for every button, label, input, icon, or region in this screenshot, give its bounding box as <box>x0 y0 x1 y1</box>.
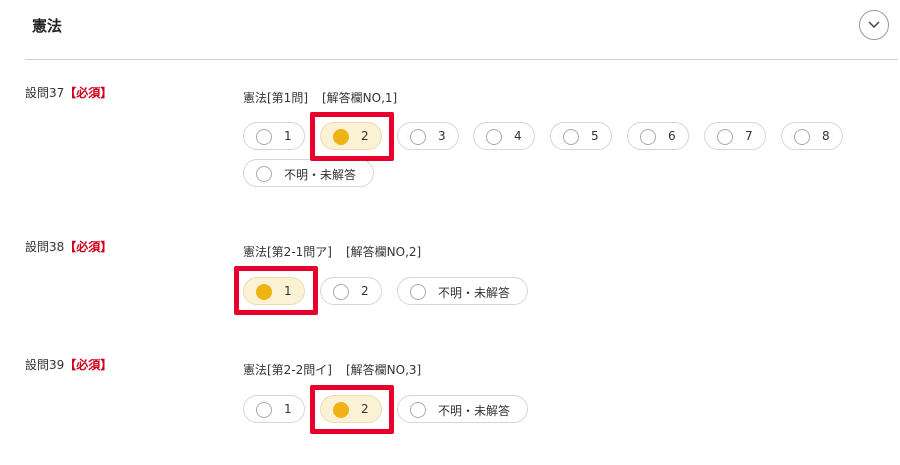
answer-ref: [解答欄NO,3] <box>345 363 422 377</box>
radio-circle <box>640 129 656 145</box>
radio-dot <box>333 402 349 418</box>
option-radio[interactable]: 8 <box>781 122 843 150</box>
option-radio-selected[interactable]: 2 <box>320 122 382 150</box>
option-radio[interactable]: 7 <box>704 122 766 150</box>
radio-circle <box>410 284 426 300</box>
radio-circle <box>256 129 272 145</box>
radio-circle <box>410 402 426 418</box>
radio-circle <box>410 129 426 145</box>
option-radio[interactable]: 1 <box>243 122 305 150</box>
radio-circle <box>256 402 272 418</box>
answer-ref: [解答欄NO,1] <box>322 91 398 105</box>
question-label: 設問37【必須】 <box>25 86 113 100</box>
question-title: 憲法[第1問] [解答欄NO,1] <box>243 91 398 105</box>
radio-dot <box>256 284 272 300</box>
required-badge: 【必須】 <box>64 86 113 100</box>
question-title: 憲法[第2-2問イ] [解答欄NO,3] <box>243 363 422 377</box>
radio-circle <box>333 284 349 300</box>
required-badge: 【必須】 <box>64 240 113 254</box>
collapse-toggle-button[interactable] <box>859 10 889 40</box>
radio-circle <box>486 129 502 145</box>
option-radio-unknown[interactable]: 不明・未解答 <box>243 159 374 187</box>
question-label: 設問38【必須】 <box>25 240 113 254</box>
question-title: 憲法[第2-1問ア] [解答欄NO,2] <box>243 245 422 259</box>
section-title: 憲法 <box>32 17 63 35</box>
option-radio[interactable]: 2 <box>320 277 382 305</box>
option-radio-unknown[interactable]: 不明・未解答 <box>397 277 528 305</box>
option-radio-selected[interactable]: 1 <box>243 277 305 305</box>
section-header: 憲法 <box>0 0 900 60</box>
answer-ref: [解答欄NO,2] <box>345 245 422 259</box>
radio-circle <box>256 166 272 182</box>
option-radio-selected[interactable]: 2 <box>320 395 382 423</box>
radio-circle <box>794 129 810 145</box>
radio-dot <box>333 129 349 145</box>
option-radio[interactable]: 6 <box>627 122 689 150</box>
divider <box>25 59 898 60</box>
option-radio[interactable]: 1 <box>243 395 305 423</box>
option-radio-unknown[interactable]: 不明・未解答 <box>397 395 528 423</box>
question-label: 設問39【必須】 <box>25 358 113 372</box>
option-radio[interactable]: 5 <box>550 122 612 150</box>
required-badge: 【必須】 <box>64 358 113 372</box>
option-radio[interactable]: 4 <box>473 122 535 150</box>
radio-circle <box>717 129 733 145</box>
radio-circle <box>563 129 579 145</box>
option-radio[interactable]: 3 <box>397 122 459 150</box>
chevron-down-icon <box>868 21 880 29</box>
